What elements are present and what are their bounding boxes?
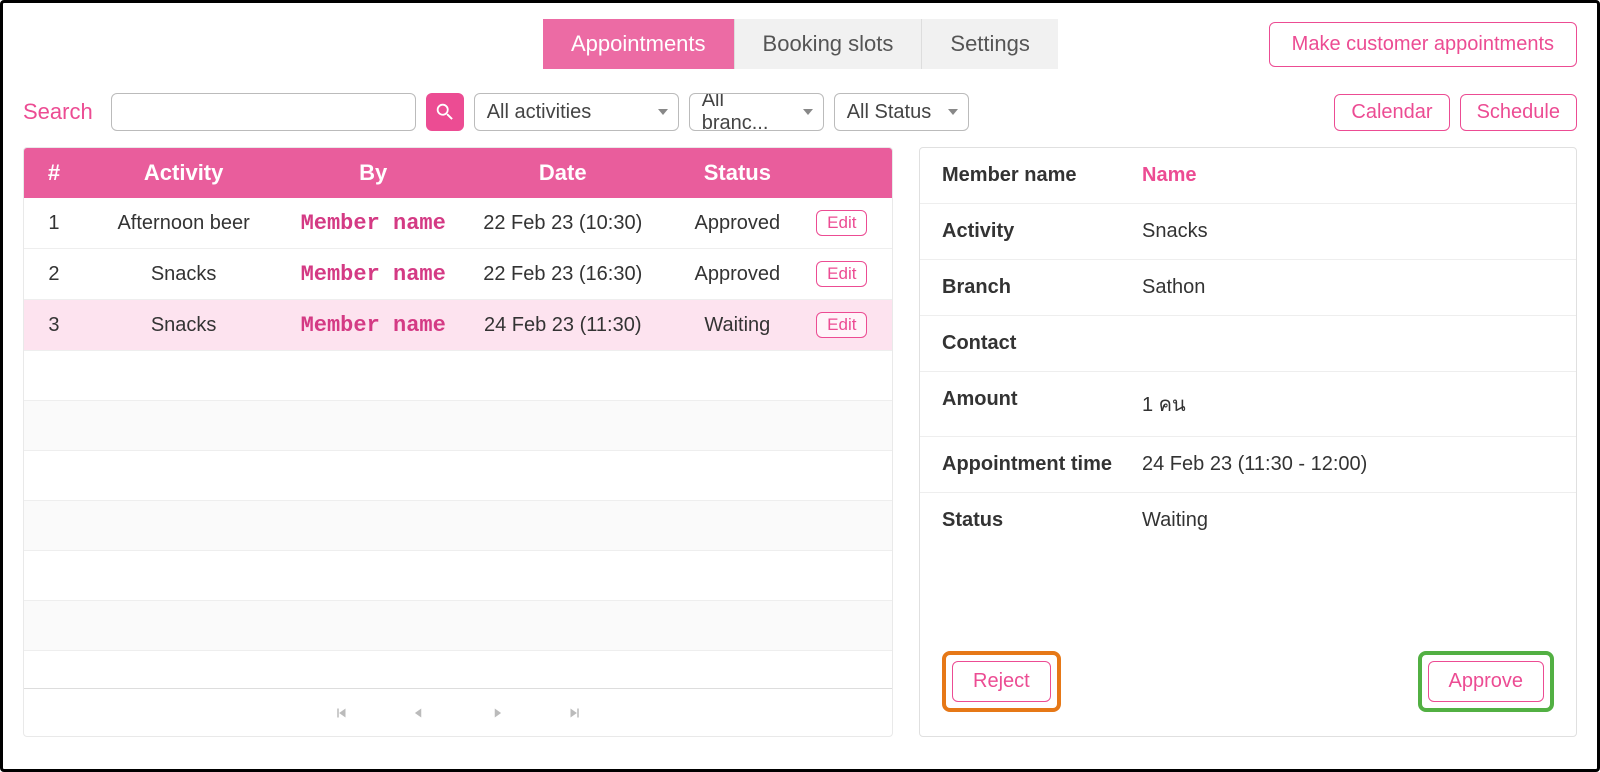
detail-label-activity: Activity: [942, 220, 1142, 243]
cell-index: 3: [24, 302, 84, 349]
edit-button[interactable]: Edit: [816, 261, 867, 287]
tab-booking-slots[interactable]: Booking slots: [735, 19, 923, 69]
edit-button[interactable]: Edit: [816, 312, 867, 338]
schedule-button[interactable]: Schedule: [1460, 94, 1577, 131]
detail-value-member-name[interactable]: Name: [1142, 164, 1196, 187]
activities-dropdown-value: All activities: [487, 101, 591, 124]
reject-button[interactable]: Reject: [952, 661, 1051, 702]
tab-settings[interactable]: Settings: [922, 19, 1058, 69]
appointments-table: # Activity By Date Status 1Afternoon bee…: [23, 147, 893, 737]
tab-appointments[interactable]: Appointments: [543, 19, 735, 69]
detail-value-status: Waiting: [1142, 509, 1208, 532]
chevron-down-icon: [803, 109, 813, 115]
col-header-activity: Activity: [84, 148, 284, 198]
detail-panel: Member name Name Activity Snacks Branch …: [919, 147, 1577, 737]
chevron-down-icon: [948, 109, 958, 115]
table-row[interactable]: 2SnacksMember name22 Feb 23 (16:30)Appro…: [24, 249, 892, 300]
search-button[interactable]: [426, 93, 464, 131]
table-row[interactable]: 3SnacksMember name24 Feb 23 (11:30)Waiti…: [24, 300, 892, 351]
calendar-button[interactable]: Calendar: [1334, 94, 1449, 131]
detail-value-appointment-time: 24 Feb 23 (11:30 - 12:00): [1142, 453, 1367, 476]
detail-value-branch: Sathon: [1142, 276, 1205, 299]
cell-date: 22 Feb 23 (10:30): [463, 200, 663, 247]
cell-date: 24 Feb 23 (11:30): [463, 302, 663, 349]
cell-by[interactable]: Member name: [283, 301, 463, 350]
chevron-down-icon: [658, 109, 668, 115]
make-customer-appointments-button[interactable]: Make customer appointments: [1269, 22, 1577, 67]
first-page-icon[interactable]: [332, 704, 350, 722]
approve-button[interactable]: Approve: [1428, 661, 1545, 702]
detail-value-activity: Snacks: [1142, 220, 1208, 243]
prev-page-icon[interactable]: [410, 704, 428, 722]
detail-label-contact: Contact: [942, 332, 1142, 355]
activities-dropdown[interactable]: All activities: [474, 93, 679, 131]
detail-label-amount: Amount: [942, 388, 1142, 420]
col-header-index: #: [24, 148, 84, 198]
cell-by[interactable]: Member name: [283, 250, 463, 299]
cell-activity: Afternoon beer: [84, 200, 284, 247]
detail-label-branch: Branch: [942, 276, 1142, 299]
pager: [24, 688, 892, 736]
branches-dropdown[interactable]: All branc...: [689, 93, 824, 131]
cell-status: Approved: [663, 200, 813, 247]
cell-status: Waiting: [663, 302, 813, 349]
search-input[interactable]: [111, 93, 416, 131]
table-header: # Activity By Date Status: [24, 148, 892, 198]
status-dropdown[interactable]: All Status: [834, 93, 969, 131]
col-header-by: By: [283, 148, 463, 198]
detail-label-status: Status: [942, 509, 1142, 532]
search-icon: [434, 101, 456, 123]
cell-status: Approved: [663, 251, 813, 298]
cell-activity: Snacks: [84, 251, 284, 298]
cell-by[interactable]: Member name: [283, 199, 463, 248]
last-page-icon[interactable]: [566, 704, 584, 722]
detail-label-member-name: Member name: [942, 164, 1142, 187]
tabs: Appointments Booking slots Settings: [543, 19, 1058, 69]
search-label: Search: [23, 99, 93, 125]
cell-activity: Snacks: [84, 302, 284, 349]
table-row[interactable]: 1Afternoon beerMember name22 Feb 23 (10:…: [24, 198, 892, 249]
col-header-date: Date: [463, 148, 663, 198]
detail-value-amount: 1 คน: [1142, 388, 1186, 420]
next-page-icon[interactable]: [488, 704, 506, 722]
approve-highlight: Approve: [1418, 651, 1555, 712]
reject-highlight: Reject: [942, 651, 1061, 712]
branches-dropdown-value: All branc...: [702, 93, 793, 131]
cell-index: 1: [24, 200, 84, 247]
col-header-status: Status: [663, 148, 813, 198]
cell-index: 2: [24, 251, 84, 298]
cell-date: 22 Feb 23 (16:30): [463, 251, 663, 298]
status-dropdown-value: All Status: [847, 101, 931, 124]
detail-label-appointment-time: Appointment time: [942, 453, 1142, 476]
edit-button[interactable]: Edit: [816, 210, 867, 236]
